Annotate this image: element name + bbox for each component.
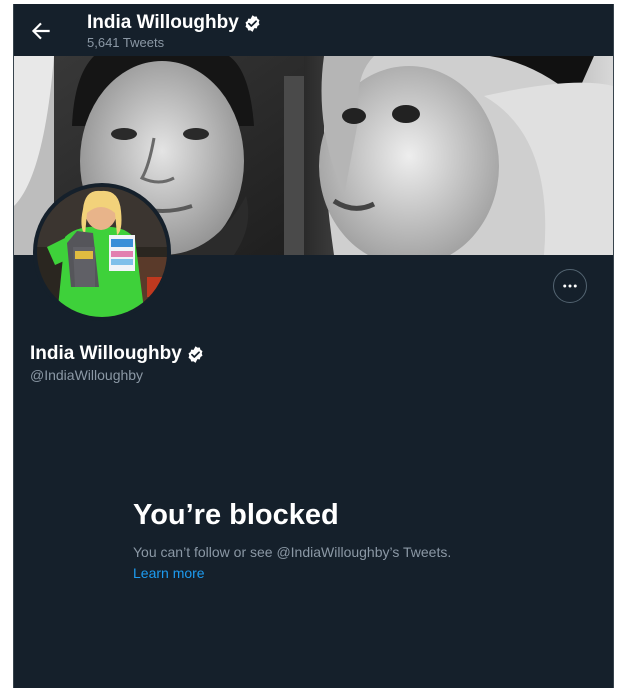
back-button[interactable] xyxy=(28,18,54,44)
header-name: India Willoughby xyxy=(87,12,262,34)
more-options-button[interactable] xyxy=(553,269,587,303)
profile-handle: @IndiaWilloughby xyxy=(30,367,144,383)
blocked-title: You’re blocked xyxy=(133,499,339,531)
top-bar: India Willoughby 5,641 Tweets xyxy=(14,4,613,56)
tweet-count: 5,641 Tweets xyxy=(87,35,165,50)
blocked-description: You can’t follow or see @IndiaWilloughby… xyxy=(133,544,452,560)
arrow-left-icon xyxy=(31,22,50,40)
profile-name-text: India Willoughby xyxy=(30,343,182,364)
profile-name: India Willoughby xyxy=(30,343,205,365)
more-dots-icon xyxy=(563,284,577,288)
verified-badge-icon xyxy=(245,14,260,32)
profile-page: India Willoughby 5,641 Tweets India Will… xyxy=(13,4,614,688)
avatar[interactable] xyxy=(37,187,167,317)
verified-badge-icon xyxy=(188,345,203,363)
avatar-container xyxy=(33,183,171,321)
learn-more-link[interactable]: Learn more xyxy=(133,565,205,581)
header-name-text: India Willoughby xyxy=(87,12,239,33)
